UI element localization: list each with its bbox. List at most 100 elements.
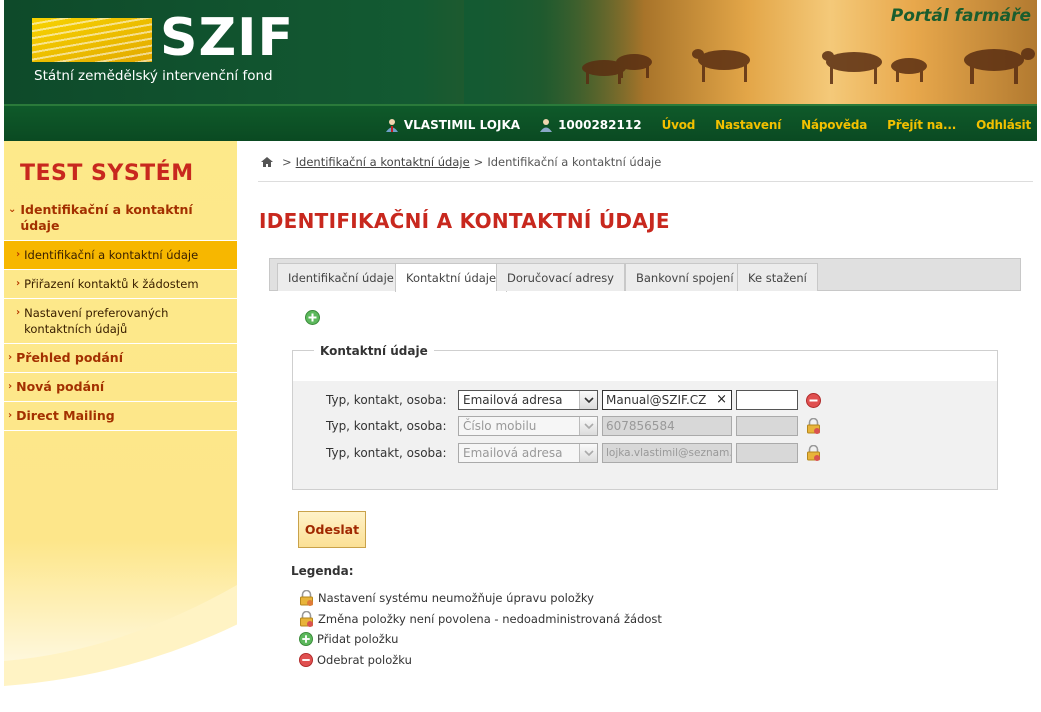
tab-bar: Identifikační údaje Kontaktní údaje Doru… [269, 258, 1021, 292]
logo-stripes [32, 18, 152, 62]
input-value: Manual@SZIF.CZ [606, 393, 707, 407]
chevron-down-icon [579, 417, 597, 435]
legend-text: Odebrat položku [317, 653, 412, 667]
contact-value-input: 607856584 [602, 416, 732, 436]
contact-row: Typ, kontakt, osoba: Emailová adresa loj… [326, 443, 821, 463]
lock-icon [300, 590, 313, 606]
chevron-right-icon: › [8, 352, 13, 363]
logo-text: SZIF [160, 8, 295, 68]
chevron-right-icon: › [16, 307, 21, 318]
page-title: IDENTIFIKAČNÍ A KONTAKTNÍ ÚDAJE [259, 209, 670, 233]
top-nav: VLASTIMIL LOJKA 1000282112 Úvod Nastaven… [4, 104, 1037, 141]
breadcrumb-separator: > [282, 155, 292, 169]
select-value: Emailová adresa [463, 446, 563, 460]
breadcrumb-divider [258, 181, 1033, 182]
add-icon [299, 632, 313, 646]
sidebar-item-identifikacni[interactable]: ⌄ Identifikační a kontaktní údaje [4, 196, 237, 241]
sidebar-item-direct-mailing[interactable]: › Direct Mailing [4, 402, 237, 431]
sidebar-menu: ⌄ Identifikační a kontaktní údaje › Iden… [4, 196, 237, 431]
chevron-right-icon: › [16, 278, 21, 289]
lock-warning-icon [807, 418, 820, 434]
legend-item: Změna položky není povolena - nedoadmini… [299, 611, 662, 627]
chevron-right-icon: › [8, 381, 13, 392]
nav-link-home[interactable]: Úvod [662, 118, 696, 132]
row-label: Typ, kontakt, osoba: [326, 446, 447, 460]
sidebar-item-label: Identifikační a kontaktní údaje [20, 202, 193, 233]
sidebar-item-prehled[interactable]: › Přehled podání [4, 344, 237, 373]
tab-bankovni[interactable]: Bankovní spojení [625, 263, 745, 291]
user-id-icon [540, 118, 553, 132]
submit-button[interactable]: Odeslat [298, 511, 366, 548]
legend-item: Odebrat položku [299, 653, 412, 667]
contact-row: Typ, kontakt, osoba: Emailová adresa Man… [326, 390, 821, 410]
user-icon [385, 118, 398, 132]
sidebar-item-label: Nastavení preferovaných kontaktních údaj… [24, 306, 169, 336]
sidebar: TEST SYSTÉM ⌄ Identifikační a kontaktní … [4, 141, 237, 712]
tab-dorucovaci[interactable]: Doručovací adresy [496, 263, 625, 291]
chevron-down-icon [579, 444, 597, 462]
row-label: Typ, kontakt, osoba: [326, 393, 447, 407]
tab-identifikacni[interactable]: Identifikační údaje [277, 263, 405, 291]
clear-icon[interactable]: × [716, 392, 727, 407]
chevron-down-icon [579, 391, 597, 409]
legend-item: Přidat položku [299, 632, 398, 646]
legend-text: Přidat položku [317, 632, 399, 646]
legend-title: Legenda: [291, 564, 354, 578]
breadcrumb-separator: > [473, 155, 484, 169]
contact-person-input [736, 416, 798, 436]
sidebar-subitem-preferovane[interactable]: › Nastavení preferovaných kontaktních úd… [4, 299, 237, 344]
remove-icon [299, 653, 313, 667]
add-item-button[interactable] [305, 310, 320, 325]
portal-title: Portál farmáře [890, 6, 1031, 26]
nav-link-help[interactable]: Nápověda [801, 118, 867, 132]
legend-text: Nastavení systému neumožňuje úpravu polo… [318, 591, 594, 605]
fieldset-legend: Kontaktní údaje [314, 344, 434, 358]
contact-type-select[interactable]: Emailová adresa [458, 390, 598, 410]
contact-person-input [736, 443, 798, 463]
tab-kontaktni[interactable]: Kontaktní údaje [395, 263, 508, 292]
sidebar-item-label: Nová podání [16, 379, 105, 394]
chevron-right-icon: › [8, 410, 13, 421]
sidebar-subitem-prirazeni[interactable]: › Přiřazení kontaktů k žádostem [4, 270, 237, 299]
site-header: SZIF Státní zemědělský intervenční fond … [4, 0, 1037, 104]
user-id: 1000282112 [558, 117, 642, 132]
select-value: Emailová adresa [463, 393, 563, 407]
remove-item-button[interactable] [806, 392, 821, 408]
lock-warning-icon [807, 445, 820, 461]
nav-link-goto[interactable]: Přejít na... [887, 118, 956, 132]
sidebar-item-label: Přehled podání [16, 350, 123, 365]
home-icon[interactable] [260, 156, 274, 168]
breadcrumb-current: Identifikační a kontaktní údaje [487, 155, 662, 169]
nav-user-id[interactable]: 1000282112 [538, 118, 642, 132]
cows-illustration [582, 48, 1035, 84]
user-name: VLASTIMIL LOJKA [403, 117, 521, 132]
sidebar-decoration [4, 584, 237, 712]
contact-value-input: lojka.vlastimil@seznam.cz [602, 443, 732, 463]
breadcrumb: > Identifikační a kontaktní údaje > Iden… [260, 155, 661, 169]
sidebar-title: TEST SYSTÉM [20, 161, 194, 186]
select-value: Číslo mobilu [463, 419, 537, 433]
breadcrumb-link[interactable]: Identifikační a kontaktní údaje [296, 155, 470, 169]
legend-text: Změna položky není povolena - nedoadmini… [318, 612, 662, 626]
sidebar-item-label: Direct Mailing [16, 408, 115, 423]
contact-row: Typ, kontakt, osoba: Číslo mobilu 607856… [326, 416, 821, 436]
lock-warning-icon [300, 611, 313, 627]
contact-person-input[interactable] [736, 390, 798, 410]
input-value: lojka.vlastimil@seznam.cz [606, 447, 732, 459]
legend-item: Nastavení systému neumožňuje úpravu polo… [299, 590, 594, 606]
sidebar-subitem-identifikacni[interactable]: › Identifikační a kontaktní údaje [4, 241, 237, 270]
sidebar-item-nova[interactable]: › Nová podání [4, 373, 237, 402]
sidebar-item-label: Identifikační a kontaktní údaje [24, 248, 199, 262]
nav-link-settings[interactable]: Nastavení [715, 118, 781, 132]
logo-subtitle: Státní zemědělský intervenční fond [34, 68, 273, 84]
contact-value-input[interactable]: Manual@SZIF.CZ × [602, 390, 732, 410]
sidebar-item-label: Přiřazení kontaktů k žádostem [24, 277, 199, 291]
nav-link-logout[interactable]: Odhlásit [976, 118, 1031, 132]
contact-type-select: Číslo mobilu [458, 416, 598, 436]
chevron-down-icon: ⌄ [8, 204, 17, 215]
chevron-right-icon: › [16, 249, 21, 260]
tab-ke-stazeni[interactable]: Ke stažení [737, 263, 818, 291]
contact-type-select: Emailová adresa [458, 443, 598, 463]
row-label: Typ, kontakt, osoba: [326, 419, 447, 433]
nav-user[interactable]: VLASTIMIL LOJKA [384, 118, 520, 132]
